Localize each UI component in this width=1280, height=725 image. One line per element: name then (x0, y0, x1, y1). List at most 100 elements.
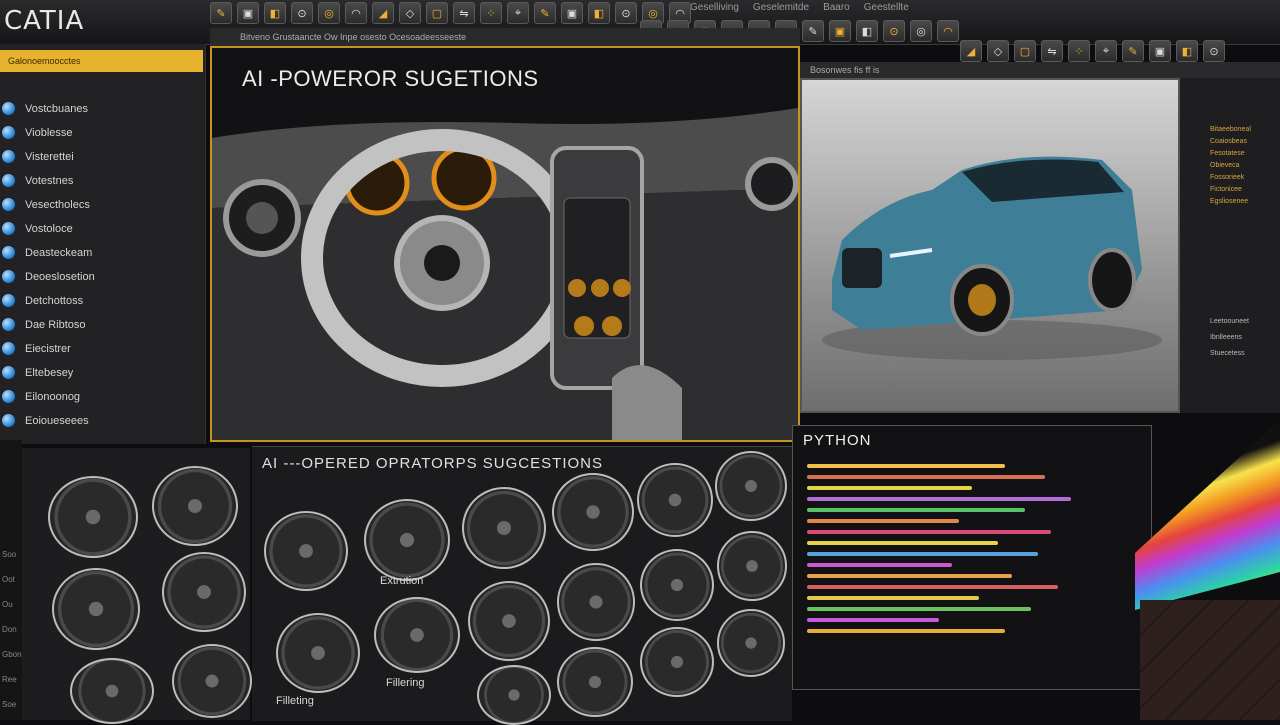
hole-icon[interactable]: ◎ (318, 2, 340, 24)
part-thumbnail[interactable] (152, 466, 238, 546)
hole-icon[interactable]: ◎ (910, 20, 932, 42)
menu-item[interactable]: Geselliving (690, 2, 739, 13)
menu-item[interactable]: Geselemitde (753, 2, 809, 13)
mirror-icon[interactable]: ⇋ (1041, 40, 1063, 62)
part-thumbnail[interactable] (172, 644, 252, 718)
part-thumbnail[interactable] (70, 658, 154, 724)
operator-thumbnail[interactable] (468, 581, 550, 661)
code-line (807, 486, 972, 490)
tree-item[interactable]: Deoeslosetion (2, 270, 95, 283)
pad-icon[interactable]: ▣ (1149, 40, 1171, 62)
pattern-icon[interactable]: ⁘ (480, 2, 502, 24)
operator-thumbnail[interactable] (477, 665, 551, 725)
part-thumbnail[interactable] (52, 568, 140, 650)
tree-item[interactable]: Dae Ribtoso (2, 318, 86, 331)
operator-thumbnail[interactable] (276, 613, 360, 693)
operator-thumbnail[interactable] (364, 499, 450, 581)
measure-icon[interactable]: ⌖ (1095, 40, 1117, 62)
pocket-icon[interactable]: ◧ (588, 2, 610, 24)
pad-icon[interactable]: ▣ (237, 2, 259, 24)
mirror-icon[interactable]: ⇋ (453, 2, 475, 24)
shaft-icon[interactable]: ⊙ (615, 2, 637, 24)
operator-thumbnail[interactable] (640, 549, 714, 621)
tree-item[interactable]: Visterettei (2, 150, 74, 163)
part-icon (2, 102, 15, 115)
draft-icon[interactable]: ◇ (987, 40, 1009, 62)
draft-icon[interactable]: ◇ (399, 2, 421, 24)
property-item[interactable]: Obieveca (1210, 162, 1240, 169)
property-item[interactable]: Fictonicee (1210, 186, 1242, 193)
operator-thumbnail[interactable] (557, 563, 635, 641)
pattern-icon[interactable]: ⁘ (1068, 40, 1090, 62)
operator-thumbnail[interactable] (715, 451, 787, 521)
operator-thumbnail[interactable] (637, 463, 713, 537)
code-line (807, 475, 1045, 479)
tree-item[interactable]: Detchottoss (2, 294, 83, 307)
fillet-icon[interactable]: ◠ (937, 20, 959, 42)
chamfer-icon[interactable]: ◢ (372, 2, 394, 24)
operator-thumbnail[interactable] (640, 627, 714, 697)
pad-icon[interactable]: ▣ (829, 20, 851, 42)
shaft-icon[interactable]: ⊙ (1203, 40, 1225, 62)
shaft-icon[interactable]: ⊙ (291, 2, 313, 24)
tree-item[interactable]: Eiecistrer (2, 342, 71, 355)
tree-item[interactable]: Eltebesey (2, 366, 73, 379)
shell-icon[interactable]: ▢ (426, 2, 448, 24)
sketch-icon[interactable]: ✎ (210, 2, 232, 24)
measure-icon[interactable]: ⌖ (507, 2, 529, 24)
code-line (807, 629, 1005, 633)
tree-item[interactable]: Eoioueseees (2, 414, 89, 427)
rim-label: Ou (2, 600, 13, 609)
operator-thumbnail[interactable] (374, 597, 460, 673)
menu-item[interactable]: Baaro (823, 2, 850, 13)
part-icon (2, 174, 15, 187)
tree-item[interactable]: Eilonoonog (2, 390, 80, 403)
car-viewport[interactable] (800, 78, 1180, 413)
main-viewport[interactable]: AI -POWEROR SUGETIONS (210, 46, 800, 442)
part-icon (2, 366, 15, 379)
property-label: Leetoouneet (1210, 318, 1249, 325)
pocket-icon[interactable]: ◧ (1176, 40, 1198, 62)
tree-item[interactable]: Vostoloce (2, 222, 73, 235)
tree-item[interactable]: Vesectholecs (2, 198, 90, 211)
menu-item[interactable]: Geestellte (864, 2, 909, 13)
app-brand: CATIA (4, 6, 85, 36)
chamfer-icon[interactable]: ◢ (960, 40, 982, 62)
tree-item[interactable]: Votestnes (2, 174, 73, 187)
operator-thumbnail[interactable] (264, 511, 348, 591)
python-console[interactable]: PYTHON (792, 425, 1152, 690)
rim-label: Oot (2, 575, 15, 584)
property-item[interactable]: Coaiosbeas (1210, 138, 1247, 145)
spec-tree-panel: Galonoemoocctes Vostcbuanes Vioblesse Vi… (0, 44, 206, 444)
operator-thumbnail[interactable] (462, 487, 546, 569)
sketch-icon[interactable]: ✎ (1122, 40, 1144, 62)
tree-item[interactable]: Vioblesse (2, 126, 73, 139)
code-line (807, 497, 1071, 501)
car-model (822, 156, 1162, 360)
fillet-icon[interactable]: ◠ (345, 2, 367, 24)
shaft-icon[interactable]: ⊙ (883, 20, 905, 42)
sketch-icon[interactable]: ✎ (802, 20, 824, 42)
operator-thumbnail[interactable] (717, 609, 785, 677)
pocket-icon[interactable]: ◧ (264, 2, 286, 24)
property-item[interactable]: Fossorieek (1210, 174, 1244, 181)
shell-icon[interactable]: ▢ (1014, 40, 1036, 62)
tree-selected-item[interactable]: Galonoemoocctes (0, 50, 203, 72)
code-line (807, 541, 999, 545)
operator-thumbnail[interactable] (717, 531, 787, 601)
property-item[interactable]: Egsliosenee (1210, 198, 1248, 205)
code-line (807, 596, 979, 600)
part-thumbnail[interactable] (48, 476, 138, 558)
part-thumbnail[interactable] (162, 552, 246, 632)
property-label: Stuecetess (1210, 350, 1245, 357)
sketch-icon[interactable]: ✎ (534, 2, 556, 24)
operator-thumbnail[interactable] (552, 473, 634, 551)
property-item[interactable]: Fesotatese (1210, 150, 1245, 157)
pad-icon[interactable]: ▣ (561, 2, 583, 24)
tree-item[interactable]: Deasteckeam (2, 246, 92, 259)
tree-item[interactable]: Vostcbuanes (2, 102, 88, 115)
pocket-icon[interactable]: ◧ (856, 20, 878, 42)
operator-thumbnail[interactable] (557, 647, 633, 717)
property-item[interactable]: Bitaeeboneal (1210, 126, 1251, 133)
part-icon (2, 270, 15, 283)
